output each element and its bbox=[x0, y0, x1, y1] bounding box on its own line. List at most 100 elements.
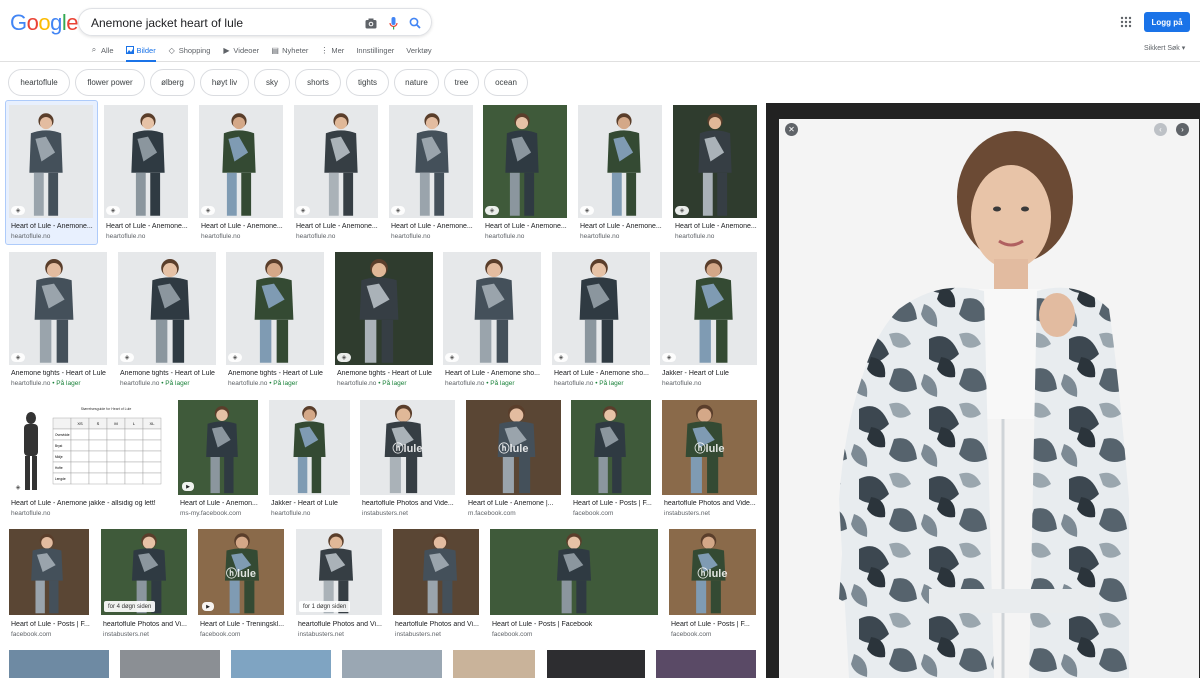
image-result[interactable]: ◈ Heart of Lule - Anemone... heartoflule.n… bbox=[199, 105, 283, 243]
result-thumbnail[interactable]: ▶ ⓗlule bbox=[198, 529, 284, 615]
result-thumbnail[interactable]: ◈ bbox=[118, 252, 216, 365]
image-result[interactable]: ◈ Heart of Lule - Anemone sho... heartoflu… bbox=[552, 252, 650, 390]
result-thumbnail[interactable]: ◈ bbox=[673, 105, 757, 218]
search-icon[interactable] bbox=[407, 15, 423, 31]
result-title[interactable]: Heart of Lule - Anemone... bbox=[201, 223, 285, 230]
tab-alle[interactable]: ⌕ Alle bbox=[90, 40, 114, 60]
chip-olberg[interactable]: ølberg bbox=[150, 69, 195, 96]
result-thumbnail[interactable]: ◈ bbox=[552, 252, 650, 365]
result-thumbnail[interactable]: Størrelsesguide for Heart of Lule XS S M L XL… bbox=[9, 400, 169, 495]
result-title[interactable]: Heart of Lule - Anemone... bbox=[11, 223, 95, 230]
image-result[interactable]: ◈ Heart of Lule - Anemone... heartoflule.n… bbox=[483, 105, 567, 243]
chip-shorts[interactable]: shorts bbox=[295, 69, 341, 96]
result-thumbnail[interactable] bbox=[490, 529, 658, 615]
result-thumbnail[interactable]: ◈ bbox=[578, 105, 662, 218]
result-thumbnail[interactable] bbox=[393, 529, 479, 615]
chip-tights[interactable]: tights bbox=[346, 69, 389, 96]
result-thumbnail[interactable]: ▶ bbox=[178, 400, 258, 495]
result-thumbnail[interactable]: for 1 døgn siden bbox=[296, 529, 382, 615]
result-title[interactable]: Heart of Lule - Posts | F... bbox=[671, 621, 758, 628]
result-title[interactable]: Heart of Lule - Anemon... bbox=[180, 500, 260, 507]
image-result[interactable]: ◈ Heart of Lule - Anemone... heartoflule.n… bbox=[294, 105, 378, 243]
close-icon[interactable]: ✕ bbox=[785, 123, 798, 136]
chip-sky[interactable]: sky bbox=[254, 69, 290, 96]
search-input[interactable]: Anemone jacket heart of lule bbox=[91, 16, 243, 30]
result-title[interactable]: heartoflule Photos and Vide... bbox=[362, 500, 457, 507]
result-thumbnail[interactable] bbox=[453, 650, 535, 678]
result-title[interactable]: Anemone tights - Heart of Lule bbox=[120, 370, 218, 377]
result-thumbnail[interactable]: ◈ bbox=[443, 252, 541, 365]
image-result[interactable]: Heart of Lule - Posts | Facebook facebook… bbox=[490, 529, 658, 641]
result-thumbnail[interactable]: ⓗlule bbox=[662, 400, 757, 495]
result-title[interactable]: Anemone tights - Heart of Lule bbox=[11, 370, 109, 377]
login-button[interactable]: Logg på bbox=[1144, 12, 1190, 32]
result-thumbnail[interactable]: ◈ bbox=[9, 252, 107, 365]
tab-mer[interactable]: ⋮ Mer bbox=[320, 40, 344, 60]
chip-tree[interactable]: tree bbox=[444, 69, 479, 96]
result-thumbnail[interactable] bbox=[9, 650, 109, 678]
result-title[interactable]: Heart of Lule - Anemone sho... bbox=[445, 370, 543, 377]
result-thumbnail[interactable]: ⓗlule bbox=[669, 529, 756, 615]
image-result[interactable]: heartoflule Photos and Vi... instabusters… bbox=[393, 529, 479, 641]
next-icon[interactable]: › bbox=[1176, 123, 1189, 136]
safe-search-toggle[interactable]: Sikkert Søk ▾ bbox=[1144, 44, 1185, 52]
image-result[interactable]: ◈ Anemone tights - Heart of Lule heartoflu… bbox=[226, 252, 324, 390]
result-title[interactable]: heartoflule Photos and Vide... bbox=[664, 500, 759, 507]
image-result[interactable]: ◈ Anemone tights - Heart of Lule heartoflu… bbox=[335, 252, 433, 390]
result-title[interactable]: Heart of Lule - Anemone... bbox=[391, 223, 475, 230]
image-result[interactable]: Jakker - Heart of Lule heartoflule.no bbox=[269, 400, 350, 520]
result-title[interactable]: Heart of Lule - Anemone... bbox=[485, 223, 569, 230]
tab-videoer[interactable]: ▶ Videoer bbox=[222, 40, 259, 60]
result-title[interactable]: Heart of Lule - Treningskl... bbox=[200, 621, 286, 628]
image-result[interactable]: ⓗlule Heart of Lule - Posts | F... faceboo… bbox=[669, 529, 756, 641]
chip-hoyt-liv[interactable]: høyt liv bbox=[200, 69, 249, 96]
image-result[interactable]: ⓗlule Heart of Lule - Anemone |... m.faceb… bbox=[466, 400, 561, 520]
result-title[interactable]: heartoflule Photos and Vi... bbox=[395, 621, 481, 628]
image-result[interactable]: ◈ Heart of Lule - Anemone... heartoflule.n… bbox=[9, 105, 93, 243]
result-thumbnail[interactable]: ⓗlule bbox=[360, 400, 455, 495]
chip-nature[interactable]: nature bbox=[394, 69, 439, 96]
image-result[interactable]: ◈ Heart of Lule - Anemone... heartoflule.n… bbox=[673, 105, 757, 243]
image-result[interactable]: for 4 døgn siden heartoflule Photos and V… bbox=[101, 529, 187, 641]
image-result[interactable]: ◈ Anemone tights - Heart of Lule heartoflu… bbox=[9, 252, 107, 390]
result-title[interactable]: Anemone tights - Heart of Lule bbox=[337, 370, 435, 377]
chip-flower-power[interactable]: flower power bbox=[75, 69, 145, 96]
tab-verktoy[interactable]: Verktøy bbox=[406, 40, 431, 60]
image-result[interactable]: ⓗlule heartoflule Photos and Vide... insta… bbox=[662, 400, 757, 520]
chip-heartoflule[interactable]: heartoflule bbox=[8, 69, 70, 96]
result-thumbnail[interactable] bbox=[656, 650, 756, 678]
result-title[interactable]: Heart of Lule - Anemone... bbox=[675, 223, 759, 230]
result-title[interactable]: Heart of Lule - Anemone... bbox=[296, 223, 380, 230]
result-thumbnail[interactable] bbox=[231, 650, 331, 678]
result-thumbnail[interactable]: ◈ bbox=[226, 252, 324, 365]
tab-shopping[interactable]: ◇ Shopping bbox=[168, 40, 211, 60]
image-result[interactable]: ◈ Heart of Lule - Anemone sho... heartoflu… bbox=[443, 252, 541, 390]
result-thumbnail[interactable] bbox=[342, 650, 442, 678]
image-result[interactable]: ◈ Heart of Lule - Anemone... heartoflule.n… bbox=[104, 105, 188, 243]
result-title[interactable]: Heart of Lule - Anemone |... bbox=[468, 500, 563, 507]
microphone-icon[interactable] bbox=[385, 15, 401, 31]
chip-ocean[interactable]: ocean bbox=[484, 69, 528, 96]
result-title[interactable]: Heart of Lule - Anemone... bbox=[106, 223, 190, 230]
image-result[interactable]: ◈ Jakker - Heart of Lule heartoflule.no bbox=[660, 252, 757, 390]
result-thumbnail[interactable] bbox=[9, 529, 89, 615]
image-result[interactable]: ◈ Heart of Lule - Anemone... heartoflule.n… bbox=[578, 105, 662, 243]
tab-nyheter[interactable]: ▤ Nyheter bbox=[271, 40, 308, 60]
result-thumbnail[interactable]: ◈ bbox=[483, 105, 567, 218]
result-title[interactable]: Heart of Lule - Anemone jakke - allsidig… bbox=[11, 500, 179, 507]
previous-icon[interactable]: ‹ bbox=[1154, 123, 1167, 136]
image-result[interactable]: ▶ Heart of Lule - Anemon... ms-my.facebook… bbox=[178, 400, 258, 520]
result-title[interactable]: Heart of Lule - Posts | F... bbox=[573, 500, 653, 507]
image-result[interactable]: ◈ Heart of Lule - Anemone... heartoflule.n… bbox=[389, 105, 473, 243]
image-result[interactable]: Størrelsesguide for Heart of Lule XS S M L XL… bbox=[9, 400, 169, 520]
result-title[interactable]: Heart of Lule - Anemone... bbox=[580, 223, 664, 230]
image-result[interactable]: ▶ ⓗlule Heart of Lule - Treningskl... faceb… bbox=[198, 529, 284, 641]
result-title[interactable]: Heart of Lule - Anemone sho... bbox=[554, 370, 652, 377]
image-result[interactable]: Heart of Lule - Posts | F... facebook.com bbox=[571, 400, 653, 520]
image-result[interactable]: Heart of Lule - Posts | F... facebook.com bbox=[9, 529, 91, 641]
tab-innstillinger[interactable]: Innstillinger bbox=[356, 40, 394, 60]
result-thumbnail[interactable] bbox=[120, 650, 220, 678]
result-thumbnail[interactable]: ◈ bbox=[660, 252, 757, 365]
image-result[interactable]: ◈ Anemone tights - Heart of Lule heartoflu… bbox=[118, 252, 216, 390]
result-title[interactable]: Heart of Lule - Posts | F... bbox=[11, 621, 91, 628]
